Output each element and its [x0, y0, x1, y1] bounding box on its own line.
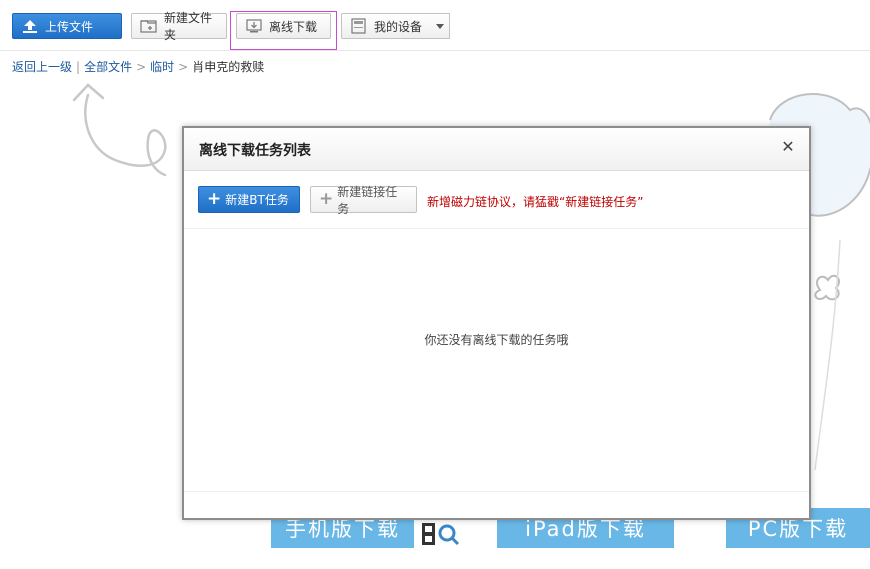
breadcrumb-item-temp[interactable]: 临时 [150, 60, 174, 74]
back-link[interactable]: 返回上一级 [12, 60, 72, 74]
new-folder-button[interactable]: 新建文件夹 [131, 11, 227, 42]
new-bt-task-button[interactable]: + 新建BT任务 [198, 186, 300, 213]
breadcrumb-current: 肖申克的救赎 [192, 60, 265, 74]
magnet-link-notice: 新增磁力链协议，请猛戳“新建链接任务” [427, 195, 644, 209]
breadcrumb-separator: > [178, 60, 189, 74]
offline-download-button[interactable]: 离线下载 [236, 13, 331, 39]
devices-icon [350, 18, 368, 34]
my-devices-dropdown[interactable] [430, 13, 450, 39]
breadcrumb: 返回上一级 | 全部文件 > 临时 > 肖申克的救赎 [12, 58, 264, 75]
new-link-task-label: 新建链接任务 [337, 184, 398, 216]
offline-download-icon [245, 18, 263, 34]
new-bt-task-label: 新建BT任务 [225, 193, 289, 207]
upload-icon [21, 18, 39, 34]
offline-download-label: 离线下载 [269, 19, 318, 34]
new-folder-label: 新建文件夹 [164, 11, 213, 42]
breadcrumb-item-all-files[interactable]: 全部文件 [84, 60, 132, 74]
plus-icon: + [207, 189, 222, 209]
dialog-footer [184, 491, 809, 518]
empty-task-message: 你还没有离线下载的任务哦 [424, 333, 569, 347]
dialog-title: 离线下载任务列表 [199, 143, 311, 159]
upload-button[interactable]: 上传文件 [12, 13, 122, 39]
new-folder-icon [140, 18, 158, 34]
new-link-task-button[interactable]: + 新建链接任务 [310, 185, 417, 216]
plus-icon: + [319, 189, 334, 209]
my-devices-label: 我的设备 [374, 19, 423, 34]
offline-download-dialog: 离线下载任务列表 ✕ + 新建BT任务 + 新建链接任务 新增磁力链协议，请猛戳… [182, 126, 811, 520]
toolbar: 上传文件 新建文件夹 离线下载 我的设备 [0, 0, 870, 51]
dialog-header: 离线下载任务列表 ✕ [184, 128, 809, 171]
upload-label: 上传文件 [45, 19, 94, 34]
dialog-toolbar: + 新建BT任务 + 新建链接任务 新增磁力链协议，请猛戳“新建链接任务” [184, 171, 809, 229]
my-devices-button[interactable]: 我的设备 [341, 13, 431, 39]
breadcrumb-divider: | [76, 60, 81, 74]
chevron-down-icon [435, 24, 444, 29]
close-icon[interactable]: ✕ [779, 138, 797, 156]
breadcrumb-separator: > [136, 60, 147, 74]
qr-code-icon[interactable] [420, 521, 460, 547]
